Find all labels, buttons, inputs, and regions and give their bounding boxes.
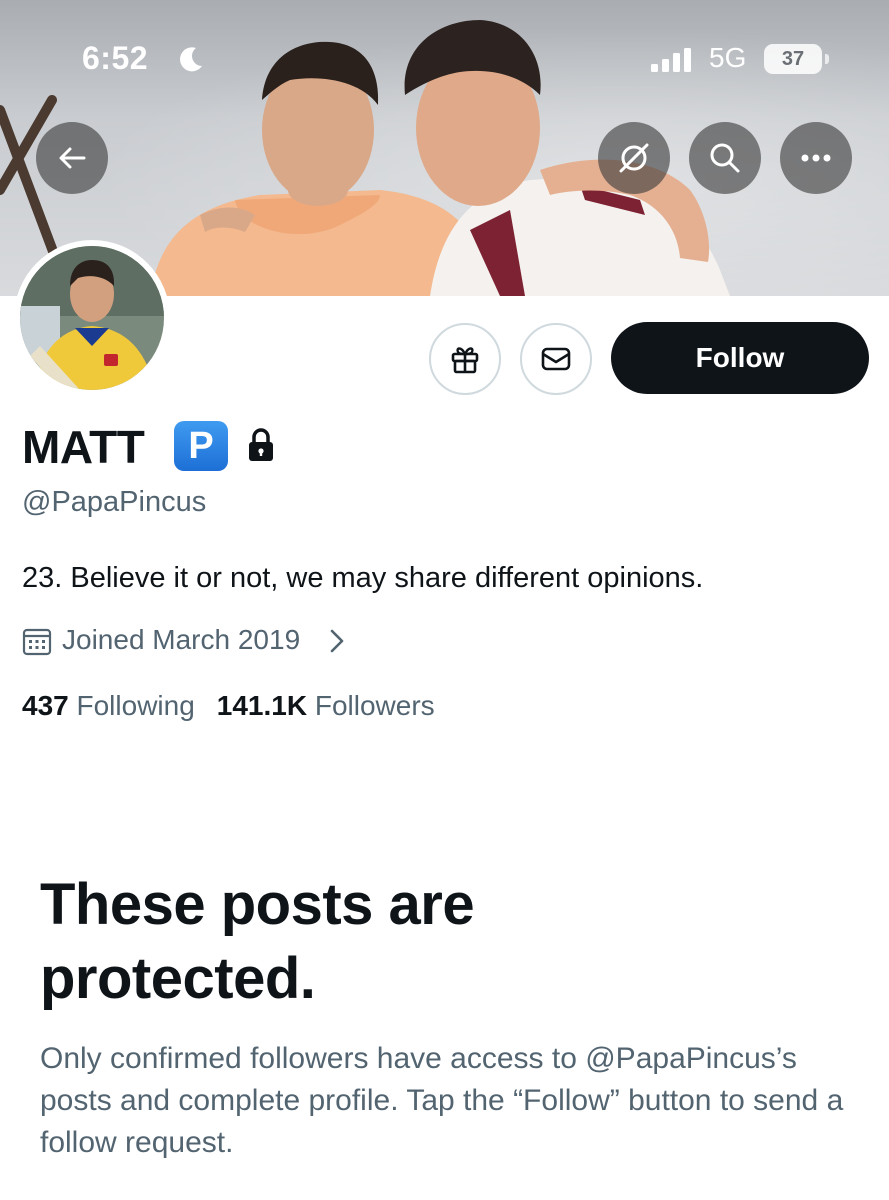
battery-tip [825,54,829,64]
followers-label: Followers [314,690,435,721]
avatar-image [20,246,164,390]
followers-link[interactable]: 141.1K Followers [217,690,435,721]
back-button[interactable] [36,122,108,194]
joined-date[interactable]: Joined March 2019 [62,624,300,656]
signal-icon [651,48,691,72]
profile-avatar[interactable] [14,240,170,396]
message-button[interactable] [520,323,592,395]
protected-title: These posts are protected. [40,872,475,1011]
battery-level: 37 [764,44,822,74]
more-button[interactable] [780,122,852,194]
gift-icon [451,347,479,374]
network-type: 5G [709,42,747,73]
follow-stats: 437 Following 141.1K Followers [22,690,435,722]
status-time: 6:52 [82,40,149,76]
calendar-icon [22,628,52,656]
following-link[interactable]: 437 Following [22,690,195,721]
profile-bio: 23. Believe it or not, we may share diff… [22,562,704,594]
name-badge: P [174,421,228,471]
avatar-photo [20,246,164,390]
search-button[interactable] [689,122,761,194]
more-icon [801,154,831,162]
grok-icon [619,143,649,173]
grok-button[interactable] [598,122,670,194]
following-count: 437 [22,690,69,721]
message-icon [541,347,571,371]
followers-count: 141.1K [216,690,308,721]
back-arrow-icon [59,147,86,169]
protected-description: Only confirmed followers have access to … [40,1042,844,1159]
following-label: Following [76,690,195,721]
chevron-right-icon[interactable] [328,628,346,654]
lock-icon [249,428,273,461]
search-icon [710,143,740,173]
gift-button[interactable] [429,323,501,395]
moon-icon [180,47,202,72]
follow-button[interactable]: Follow [611,322,869,394]
profile-handle: @PapaPincus [22,486,207,518]
display-name: MATT [22,421,145,473]
